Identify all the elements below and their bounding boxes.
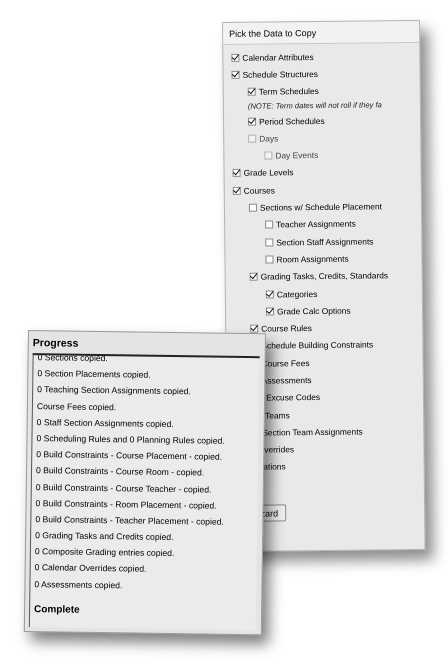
progress-line: 0 Assessments copied.: [34, 578, 123, 590]
term-date-note: (NOTE: Term dates will not roll if they …: [247, 100, 382, 112]
progress-lines-list: 0 Sections copied. 0 Section Placements c…: [30, 353, 259, 595]
checkbox[interactable]: [265, 289, 274, 299]
copy-option-label: Grade Calc Options: [276, 305, 351, 317]
copy-option-item: Categories: [226, 284, 422, 303]
copy-option-item: Grade Levels: [224, 163, 420, 182]
copy-option-item: Teacher Assignments: [225, 215, 421, 234]
copy-option-label: Course Fees: [261, 357, 310, 369]
complete-status: Complete: [34, 604, 80, 616]
copy-option-label: Course Rules: [261, 323, 313, 334]
copy-option-label: Section Team Assignments: [262, 426, 363, 438]
copy-option-item: Room Assignments: [225, 249, 421, 268]
pick-data-title: Pick the Data to Copy: [223, 20, 420, 45]
progress-title: Progress: [32, 337, 79, 350]
copy-option-label: Days: [259, 133, 279, 144]
copy-option-item: Term Schedules: [224, 82, 420, 101]
copy-option-label: Period Schedules: [258, 115, 325, 127]
checkbox: [264, 151, 273, 160]
copy-option-label: Assessments: [261, 375, 312, 386]
checkbox[interactable]: [248, 203, 257, 212]
copy-option-label: Term Schedules: [258, 86, 319, 97]
checkbox[interactable]: [265, 255, 274, 264]
copy-option-label: Teacher Assignments: [276, 218, 356, 230]
copy-option-item: Day Events: [224, 145, 420, 164]
checkbox[interactable]: [231, 53, 240, 62]
copy-option-label: Section Staff Assignments: [276, 236, 374, 248]
copy-option-item: Calendar Attributes: [223, 47, 419, 66]
copy-option-item: Grade Calc Options: [226, 301, 422, 320]
checkbox[interactable]: [249, 272, 258, 281]
copy-option-item: Schedule Structures: [223, 64, 419, 83]
checkbox[interactable]: [231, 70, 240, 79]
copy-option-label: Calendar Attributes: [242, 51, 314, 63]
checkbox[interactable]: [232, 186, 241, 195]
copy-option-label: Courses: [243, 185, 276, 196]
copy-option-item: Grading Tasks, Credits, Standards: [226, 266, 422, 285]
checkbox[interactable]: [232, 169, 241, 178]
checkbox[interactable]: [265, 220, 274, 229]
checkbox[interactable]: [250, 324, 259, 333]
copy-option-label: Categories: [276, 288, 318, 299]
copy-option-label: Room Assignments: [276, 253, 349, 265]
copy-option-item: Sections w/ Schedule Placement: [225, 197, 421, 216]
copy-option-label: Schedule Building Constraints: [261, 339, 374, 351]
copy-option-item: Period Schedules: [224, 111, 420, 130]
copy-option-label: Schedule Structures: [242, 68, 319, 80]
progress-log[interactable]: 0 Sections copied. 0 Section Placements c…: [28, 353, 260, 631]
checkbox[interactable]: [247, 87, 256, 96]
checkbox[interactable]: [265, 238, 274, 247]
copy-option-label: Grading Tasks, Credits, Standards: [260, 270, 389, 282]
checkbox[interactable]: [247, 117, 257, 126]
checkbox[interactable]: [265, 307, 275, 316]
copy-option-item: Days: [224, 128, 420, 147]
copy-option-label: Sections w/ Schedule Placement: [259, 201, 382, 213]
copy-option-label: Day Events: [275, 150, 319, 161]
copy-option-item: Section Staff Assignments: [225, 232, 421, 251]
copy-option-item: Courses: [225, 180, 421, 199]
progress-panel: Progress 0 Sections copied. 0 Section Pla…: [23, 330, 266, 636]
copy-option-label: Grade Levels: [243, 167, 294, 179]
checkbox: [248, 134, 257, 143]
